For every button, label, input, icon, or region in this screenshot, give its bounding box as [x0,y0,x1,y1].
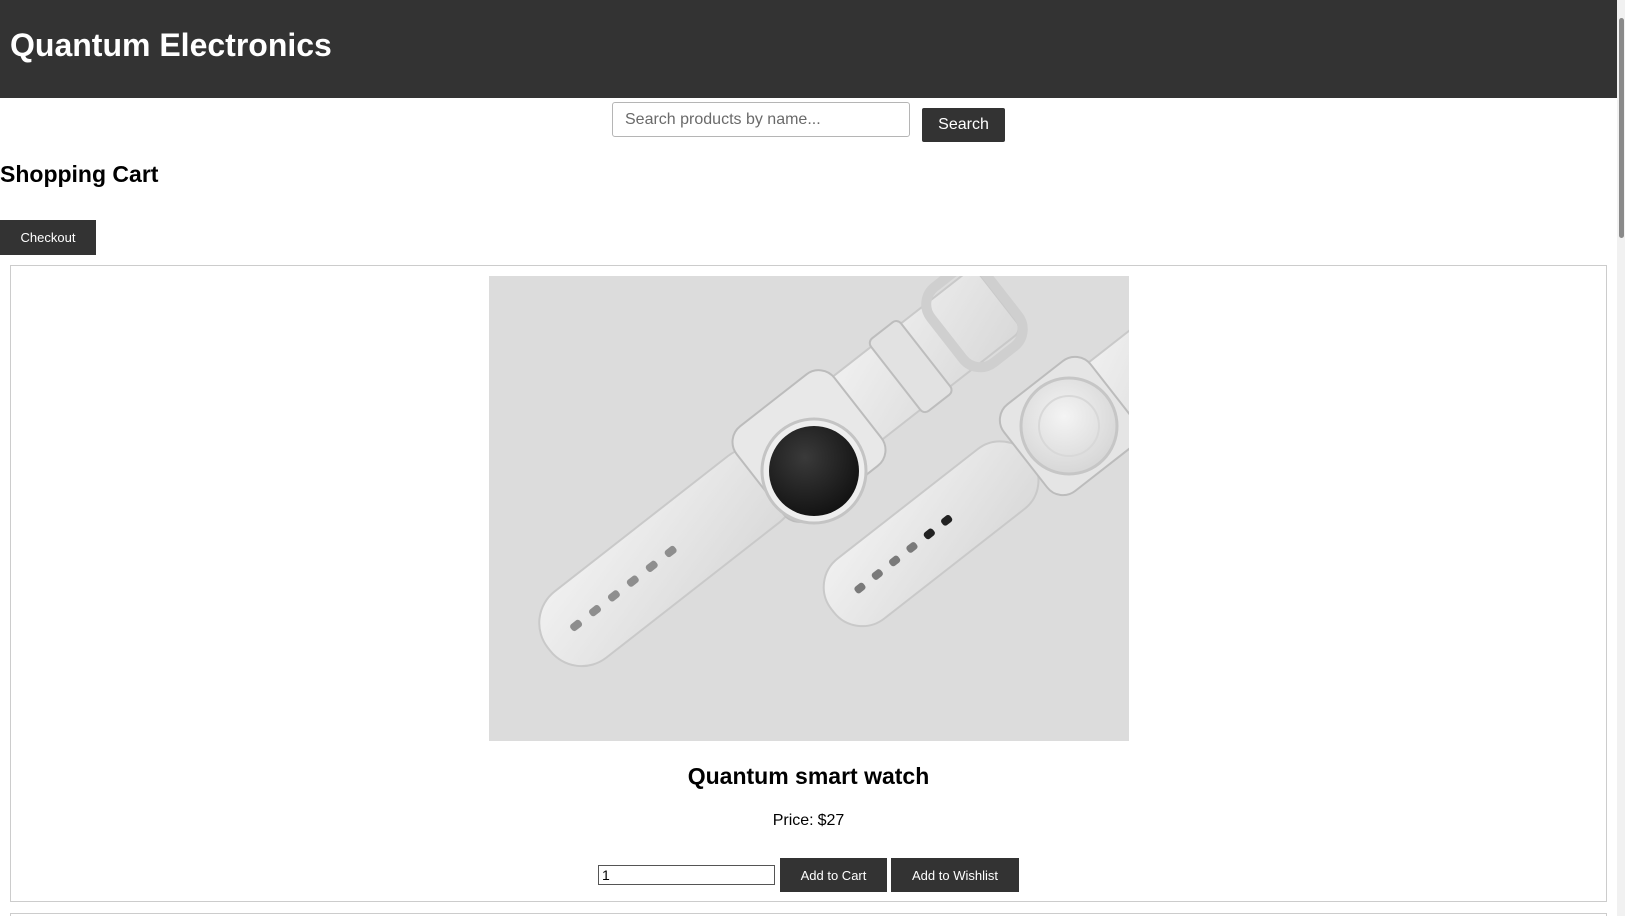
product-name: Quantum smart watch [687,763,930,789]
product-image [489,276,1129,741]
checkout-button[interactable]: Checkout [0,220,96,255]
quantity-input[interactable] [598,865,775,885]
add-to-wishlist-button[interactable]: Add to Wishlist [891,858,1019,892]
search-input[interactable] [612,102,910,137]
site-header: Quantum Electronics [0,0,1617,98]
product-price: Price: $27 [0,812,1617,830]
price-label: Price: [772,812,814,829]
page-scrollbar[interactable] [1617,0,1625,916]
page: Quantum Electronics Search Shopping Cart… [0,0,1625,916]
search-button[interactable]: Search [922,108,1005,142]
scrollbar-thumb[interactable] [1619,18,1624,238]
page-title: Shopping Cart [0,161,159,187]
price-value: $27 [817,812,845,829]
smart-watch-image [489,276,1129,741]
store-title: Quantum Electronics [10,27,332,63]
add-to-cart-button[interactable]: Add to Cart [780,858,887,892]
